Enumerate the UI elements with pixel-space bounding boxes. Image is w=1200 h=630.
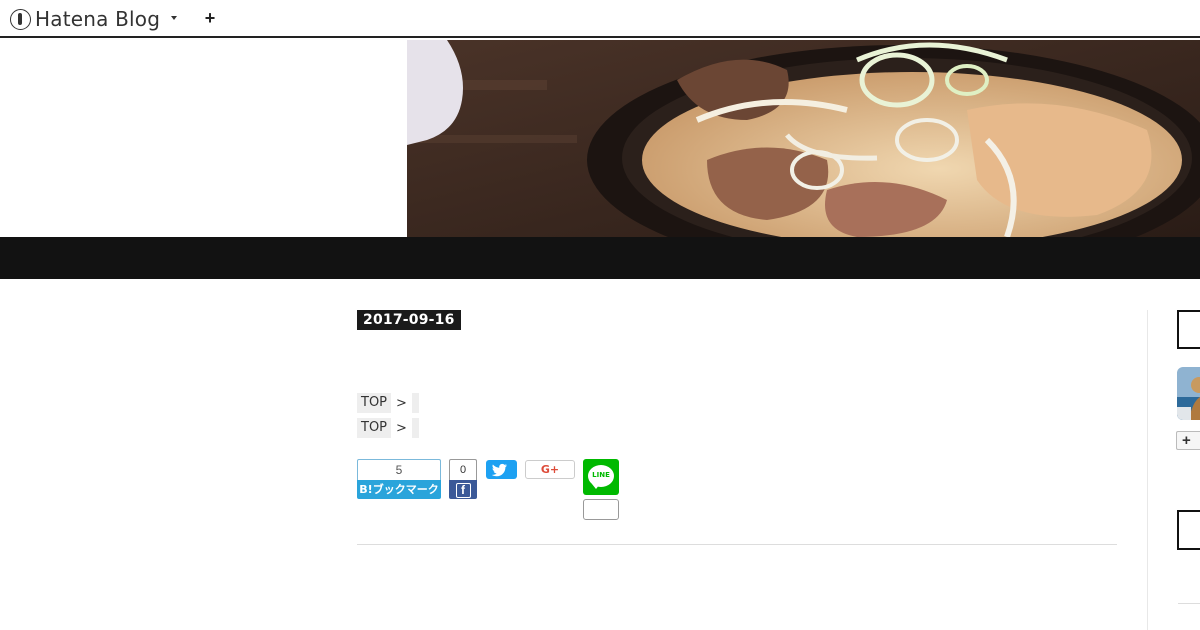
facebook-icon[interactable]: f <box>449 480 477 499</box>
breadcrumb: TOP > <box>357 393 419 413</box>
follow-add-button[interactable]: + <box>1176 431 1200 450</box>
twitter-share-button[interactable] <box>486 460 517 479</box>
hatena-bookmark-button[interactable]: 5 B!ブックマーク <box>357 459 441 499</box>
breadcrumb-top-link[interactable]: TOP <box>357 418 392 438</box>
food-photo <box>407 40 1200 237</box>
logo-text: Hatena Blog <box>35 7 161 31</box>
sidebar-divider <box>1178 603 1200 604</box>
sidebar-module-header <box>1177 310 1200 349</box>
sidebar-module-header <box>1177 510 1200 550</box>
breadcrumb-separator: > <box>396 420 407 436</box>
global-nav-bar <box>0 237 1200 279</box>
breadcrumb-top-link[interactable]: TOP <box>357 393 392 413</box>
global-header: Hatena Blog + <box>0 0 1200 38</box>
plus-icon[interactable]: + <box>202 8 218 28</box>
entry-date[interactable]: 2017-09-16 <box>357 310 461 330</box>
hatena-bookmark-count[interactable]: 5 <box>357 459 441 480</box>
googleplus-share-button[interactable]: G+ <box>525 460 575 479</box>
sidebar-border <box>1147 310 1148 630</box>
facebook-share-count[interactable]: 0 <box>449 459 477 480</box>
breadcrumb-category-link[interactable] <box>411 418 419 438</box>
hatena-bookmark-label[interactable]: B!ブックマーク <box>357 480 441 499</box>
hatena-pen-icon <box>10 8 31 30</box>
avatar[interactable] <box>1177 367 1200 420</box>
entry-divider <box>357 544 1117 545</box>
line-share-button[interactable]: LINE <box>583 459 619 495</box>
facebook-share-button[interactable]: 0 f <box>449 459 477 499</box>
hatena-blog-logo[interactable]: Hatena Blog <box>10 7 160 31</box>
line-label: LINE <box>592 471 610 479</box>
breadcrumb-category-link[interactable] <box>411 393 419 413</box>
profile-photo <box>1177 367 1200 420</box>
caret-down-icon[interactable] <box>171 16 177 20</box>
line-bubble-tail <box>592 484 600 489</box>
breadcrumb-separator: > <box>396 395 407 411</box>
line-share-count[interactable] <box>583 499 619 520</box>
twitter-bird-icon <box>491 463 507 477</box>
header-banner-image <box>407 40 1200 237</box>
blog-title-area <box>0 40 407 237</box>
breadcrumb: TOP > <box>357 418 419 438</box>
